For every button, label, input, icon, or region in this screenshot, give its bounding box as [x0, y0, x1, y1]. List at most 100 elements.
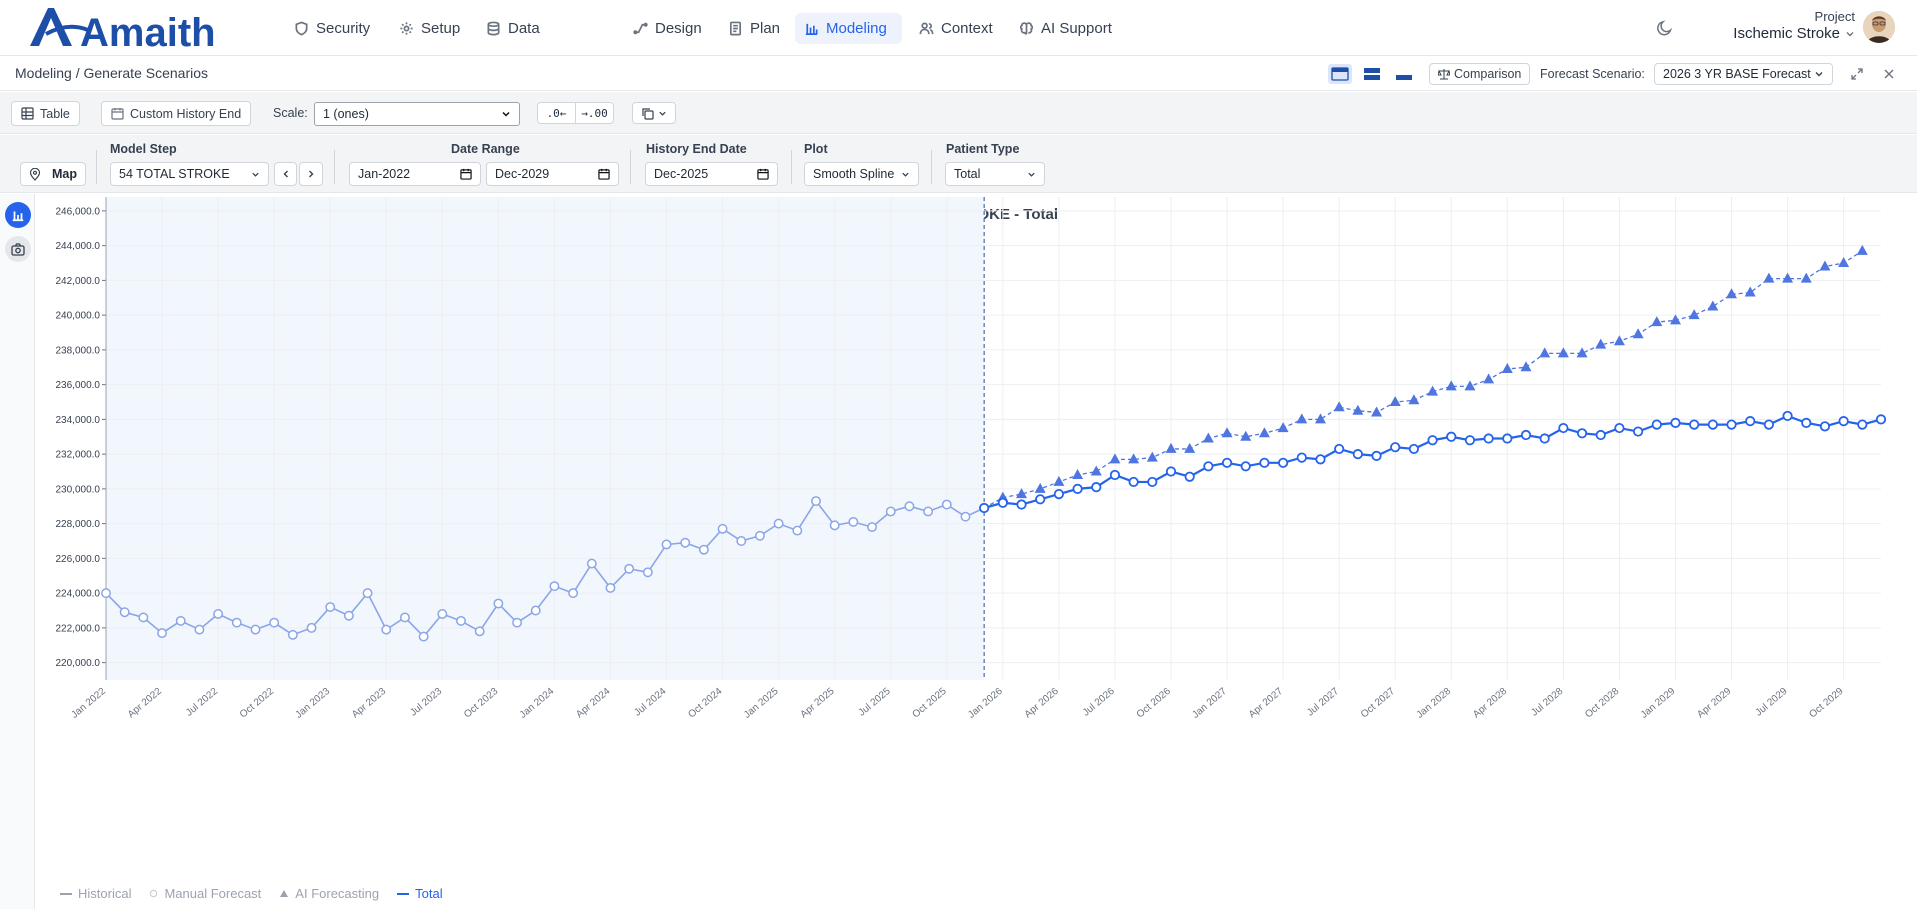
calendar-icon	[598, 168, 610, 180]
total-point	[979, 502, 990, 514]
total-point	[1371, 450, 1382, 461]
historical-point	[829, 520, 840, 531]
historical-point	[605, 582, 616, 593]
total-point	[1203, 461, 1214, 472]
nav-design[interactable]: Design	[624, 13, 711, 44]
layout-split-icon	[1364, 68, 1380, 80]
x-tick-label: Jan 2027	[1190, 686, 1229, 721]
x-tick-label: Apr 2025	[798, 686, 836, 721]
historical-point	[549, 581, 560, 592]
layout-single-button[interactable]	[1328, 64, 1352, 84]
table-button[interactable]: Table	[11, 101, 80, 126]
nav-setup[interactable]: Setup	[390, 13, 469, 44]
decrease-decimals-button[interactable]: .0←	[538, 103, 575, 123]
nav-data[interactable]: Data	[477, 13, 549, 44]
plot-label: Plot	[804, 142, 828, 156]
ai-point	[1501, 363, 1513, 374]
x-tick-label: Oct 2029	[1807, 686, 1845, 721]
bar-chart-icon	[12, 211, 24, 222]
layout-bottom-button[interactable]	[1392, 64, 1416, 84]
shield-icon	[295, 21, 308, 36]
date-end-input[interactable]: Dec-2029	[486, 162, 619, 186]
expand-icon[interactable]	[1850, 67, 1864, 81]
user-avatar-icon	[1863, 11, 1895, 43]
dark-mode-toggle-icon[interactable]	[1656, 19, 1674, 37]
nav-ai-support[interactable]: AI Support	[1010, 13, 1121, 44]
triangle-swatch-icon	[280, 890, 289, 897]
legend-historical[interactable]: Historical	[60, 886, 131, 901]
comparison-button[interactable]: Comparison	[1429, 63, 1531, 85]
model-step-select[interactable]: 54 TOTAL STROKE	[110, 162, 269, 186]
total-point	[1689, 419, 1700, 430]
ai-point	[1838, 257, 1850, 268]
forecast-scenario-select[interactable]: 2026 3 YR BASE Forecast	[1654, 63, 1833, 85]
date-start-input[interactable]: Jan-2022	[349, 162, 481, 186]
historical-point	[642, 567, 653, 578]
total-point	[1838, 416, 1849, 427]
legend-ai-forecasting[interactable]: AI Forecasting	[279, 886, 379, 901]
nav-plan-label: Plan	[750, 20, 781, 37]
historical-point	[941, 499, 952, 510]
ai-point	[1109, 453, 1121, 464]
people-icon	[919, 22, 934, 35]
legend-manual-forecast[interactable]: Manual Forecast	[149, 886, 261, 901]
layout-split-button[interactable]	[1360, 64, 1384, 84]
ai-point	[1184, 442, 1196, 453]
map-label: Map	[52, 167, 77, 181]
historical-point	[867, 522, 878, 533]
nav-security-label: Security	[316, 20, 371, 37]
snapshot-button[interactable]	[5, 236, 31, 262]
divider	[630, 150, 631, 184]
total-point	[1109, 469, 1121, 481]
ai-point	[1053, 475, 1065, 486]
total-point	[1296, 452, 1307, 463]
map-button[interactable]: Map	[20, 162, 86, 186]
amaith-logo[interactable]: Amaith	[28, 4, 233, 52]
nav-context[interactable]: Context	[910, 13, 1002, 44]
line-swatch-icon	[397, 892, 410, 895]
historical-point	[717, 523, 728, 534]
y-tick-label: 242,000.0	[56, 276, 101, 287]
ai-point	[1314, 413, 1326, 424]
next-step-button[interactable]	[299, 162, 323, 186]
chart-view-button[interactable]	[5, 202, 31, 228]
nav-security[interactable]: Security	[285, 13, 379, 44]
x-tick-label: Apr 2023	[350, 686, 388, 721]
date-start-value: Jan-2022	[358, 167, 411, 181]
x-tick-label: Jul 2026	[1081, 686, 1117, 719]
plot-select[interactable]: Smooth Spline	[804, 162, 919, 186]
date-range-label: Date Range	[451, 142, 520, 156]
ai-point	[1520, 361, 1532, 372]
historical-point	[138, 612, 149, 623]
previous-step-button[interactable]	[274, 162, 297, 186]
y-tick-label: 228,000.0	[56, 519, 101, 530]
custom-history-end-button[interactable]: Custom History End	[101, 101, 252, 126]
total-point	[1483, 433, 1494, 444]
forecast-chart[interactable]: 220,000.0 222,000.0 224,000.0 226,000.0 228,…	[36, 194, 1917, 884]
historical-point	[661, 539, 672, 550]
ai-point	[1539, 347, 1551, 358]
nav-modeling[interactable]: Modeling	[795, 13, 902, 44]
patient-type-select[interactable]: Total	[945, 162, 1045, 186]
ai-point	[1707, 300, 1719, 311]
avatar[interactable]	[1863, 11, 1895, 43]
history-end-input[interactable]: Dec-2025	[645, 162, 778, 186]
legend-total[interactable]: Total	[397, 886, 443, 901]
ai-point	[1202, 432, 1214, 443]
x-tick-label: Apr 2024	[574, 686, 612, 721]
project-selector[interactable]: Ischemic Stroke	[1733, 25, 1855, 42]
x-tick-label: Oct 2025	[911, 686, 949, 721]
close-icon[interactable]	[1882, 67, 1896, 81]
total-point	[1576, 428, 1588, 439]
ai-point	[1782, 272, 1794, 283]
copy-button[interactable]	[632, 102, 676, 124]
increase-decimals-button[interactable]: →.00	[575, 103, 613, 123]
historical-point	[343, 610, 354, 621]
x-tick-label: Jul 2027	[1305, 686, 1341, 719]
historical-point	[568, 588, 579, 599]
scale-select[interactable]: 1 (ones)	[314, 102, 520, 126]
nav-plan[interactable]: Plan	[719, 13, 789, 44]
ai-point	[1277, 422, 1289, 433]
ai-point	[1669, 314, 1681, 325]
legend-ai-forecasting-label: AI Forecasting	[295, 886, 380, 901]
